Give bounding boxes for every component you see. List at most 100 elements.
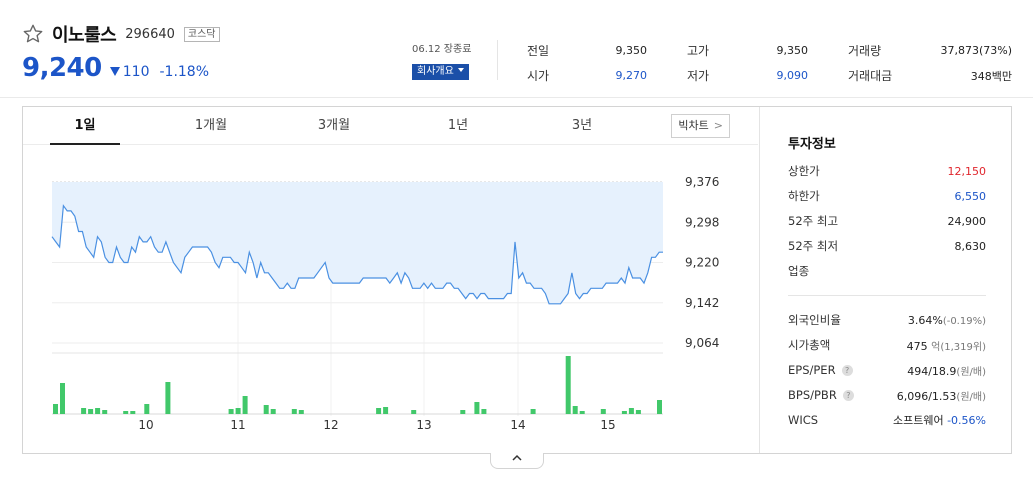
y-tick-label: 9,142 bbox=[685, 296, 719, 310]
tab-3year[interactable]: 3년 bbox=[547, 107, 617, 145]
chart-panel: 1일 1개월 3개월 1년 3년 빅차트 > 9,376 9,298 9,220 9,1… bbox=[22, 106, 1012, 454]
high-value: 9,350 bbox=[776, 44, 809, 57]
eps-per-row: EPS/PER? 494/18.9(원/배) bbox=[788, 358, 986, 382]
volume-bar bbox=[130, 411, 136, 414]
y-tick-label: 9,376 bbox=[685, 175, 719, 189]
stock-name: 이노룰스 bbox=[52, 25, 117, 46]
trade-value-label: 거래대금 bbox=[848, 69, 893, 83]
low-value: 9,090 bbox=[776, 69, 809, 82]
y-tick-label: 9,064 bbox=[685, 336, 719, 350]
price-change-percent: -1.18% bbox=[159, 64, 210, 80]
summary-row: 고가 9,350 bbox=[687, 38, 808, 63]
52w-low-value: 8,630 bbox=[954, 239, 987, 253]
summary-col-1: 전일 9,350 시가 9,270 bbox=[527, 38, 647, 88]
big-chart-button[interactable]: 빅차트 > bbox=[671, 114, 730, 138]
volume-bar bbox=[481, 409, 487, 414]
industry-row: 업종 bbox=[788, 259, 986, 283]
volume-bar bbox=[270, 409, 276, 414]
collapse-chart-button[interactable] bbox=[490, 453, 544, 469]
lower-limit-value: 6,550 bbox=[954, 189, 987, 203]
bps-pbr-row: BPS/PBR? 6,096/1.53(원/배) bbox=[788, 383, 986, 407]
wics-row: WICS 소프트웨어 -0.56% bbox=[788, 408, 986, 432]
volume-bar bbox=[572, 406, 578, 414]
volume-bar bbox=[88, 409, 94, 414]
help-icon[interactable]: ? bbox=[842, 389, 854, 401]
tab-1day[interactable]: 1일 bbox=[50, 107, 120, 145]
eps-per-number: 494/18.9 bbox=[907, 364, 957, 378]
bps-pbr-value: 6,096/1.53(원/배) bbox=[897, 388, 986, 403]
summary-row: 거래대금 348백만 bbox=[848, 63, 1012, 88]
volume-bar bbox=[235, 408, 241, 414]
market-status: 06.12 장종료 회사개요 bbox=[412, 40, 472, 80]
volume-label: 거래량 bbox=[848, 44, 882, 58]
chevron-right-icon: > bbox=[713, 119, 723, 132]
volume-bar bbox=[530, 409, 536, 414]
low-label: 저가 bbox=[687, 69, 710, 83]
volume-bar bbox=[144, 404, 150, 414]
market-cap-number: 475 bbox=[906, 339, 928, 353]
x-tick-label: 13 bbox=[416, 418, 431, 432]
tab-3month[interactable]: 3개월 bbox=[299, 107, 369, 145]
volume-bar bbox=[579, 411, 585, 414]
volume-bar bbox=[95, 408, 101, 414]
tab-1year[interactable]: 1년 bbox=[423, 107, 493, 145]
stock-code: 296640 bbox=[125, 26, 175, 42]
volume-bar bbox=[242, 396, 248, 414]
period-tabs: 1일 1개월 3개월 1년 3년 빅차트 > bbox=[23, 107, 758, 145]
down-arrow-icon bbox=[109, 67, 120, 76]
company-overview-label: 회사개요 bbox=[417, 66, 454, 77]
stock-header: 이노룰스 296640 코스닥 9,240 110 -1.18% bbox=[22, 22, 220, 83]
x-tick-label: 15 bbox=[600, 418, 615, 432]
wics-sector[interactable]: 소프트웨어 bbox=[893, 414, 944, 427]
upper-limit-value: 12,150 bbox=[947, 164, 987, 178]
market-badge: 코스닥 bbox=[183, 26, 220, 42]
tab-1month[interactable]: 1개월 bbox=[176, 107, 246, 145]
help-icon[interactable]: ? bbox=[841, 364, 853, 376]
price-chart[interactable]: 9,376 9,298 9,220 9,142 9,064 10 11 12 13 14 15 bbox=[23, 146, 759, 454]
volume-bar bbox=[102, 410, 108, 414]
foreign-ratio-value: 3.64%(-0.19%) bbox=[908, 314, 986, 327]
bps-pbr-number: 6,096/1.53 bbox=[896, 389, 957, 403]
bps-pbr-unit: (원/배) bbox=[956, 391, 986, 403]
y-tick-label: 9,298 bbox=[685, 215, 719, 229]
caret-down-icon bbox=[457, 68, 464, 72]
wics-change: -0.56% bbox=[947, 414, 986, 427]
eps-per-label: EPS/PER bbox=[788, 363, 836, 377]
header-divider bbox=[497, 40, 498, 80]
volume-bar bbox=[60, 383, 65, 414]
volume-bar bbox=[635, 410, 641, 414]
volume-bar bbox=[298, 410, 304, 414]
x-tick-label: 10 bbox=[138, 418, 153, 432]
price-change-value: 110 bbox=[122, 64, 150, 80]
open-value: 9,270 bbox=[615, 69, 648, 82]
volume-bar bbox=[263, 405, 269, 414]
wics-label: WICS bbox=[788, 413, 819, 427]
favorite-star-icon[interactable] bbox=[22, 23, 44, 45]
y-tick-label: 9,220 bbox=[685, 256, 719, 270]
price-change: 110 bbox=[109, 64, 150, 80]
volume-bar bbox=[657, 400, 662, 414]
volume-bar bbox=[474, 402, 480, 414]
52w-high-label: 52주 최고 bbox=[788, 214, 839, 228]
volume-bar bbox=[621, 411, 627, 414]
invest-divider bbox=[788, 295, 986, 296]
volume-value: 37,873(73%) bbox=[940, 44, 1012, 57]
lower-limit-label: 하한가 bbox=[788, 189, 820, 203]
volume-bar bbox=[228, 409, 234, 414]
prev-close-label: 전일 bbox=[527, 44, 550, 58]
foreign-ratio-number: 3.64% bbox=[907, 313, 943, 327]
eps-per-value: 494/18.9(원/배) bbox=[907, 363, 986, 378]
summary-row: 시가 9,270 bbox=[527, 63, 647, 88]
high-label: 고가 bbox=[687, 44, 710, 58]
foreign-ratio-change: (-0.19%) bbox=[942, 315, 986, 327]
volume-bar bbox=[565, 356, 571, 414]
x-tick-label: 14 bbox=[510, 418, 525, 432]
investment-info-panel: 투자정보 상한가 12,150 하한가 6,550 52주 최고 24,900 52주… bbox=[759, 107, 1012, 453]
52w-low-row: 52주 최저 8,630 bbox=[788, 234, 986, 258]
market-cap-label: 시가총액 bbox=[788, 338, 831, 352]
company-overview-button[interactable]: 회사개요 bbox=[412, 64, 469, 80]
wics-value: 소프트웨어 -0.56% bbox=[893, 412, 986, 428]
investment-info-title: 투자정보 bbox=[788, 137, 836, 152]
volume-bar bbox=[628, 408, 634, 414]
foreign-ratio-row: 외국인비율 3.64%(-0.19%) bbox=[788, 308, 986, 332]
